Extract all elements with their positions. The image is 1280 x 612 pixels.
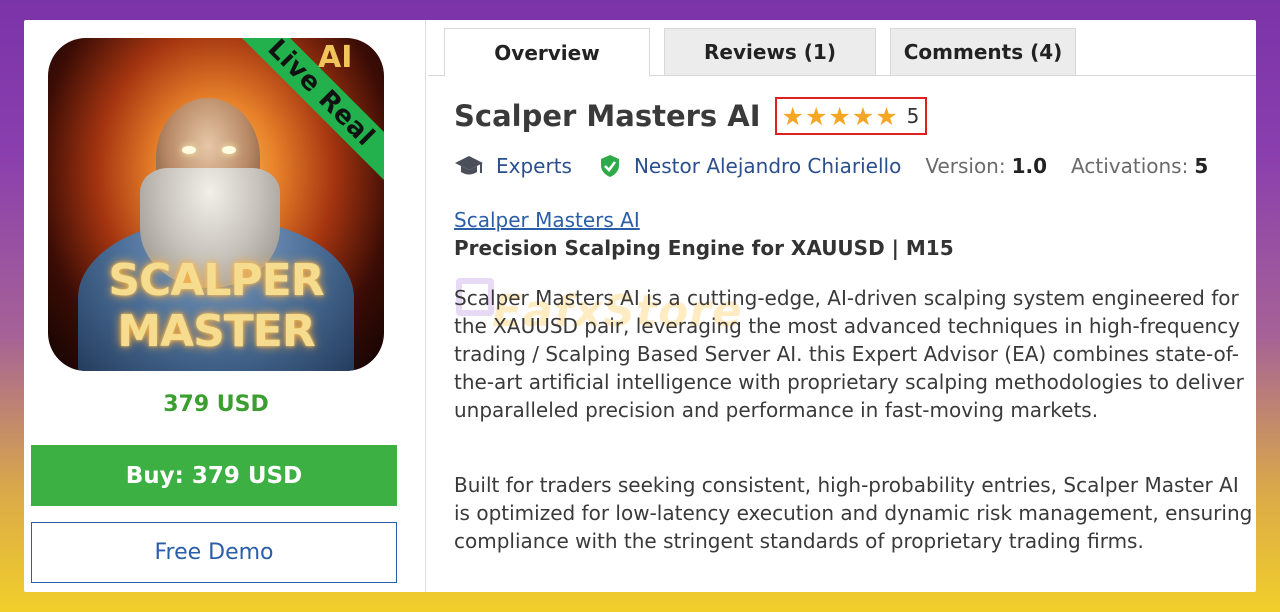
sage-eye-left bbox=[182, 146, 196, 154]
ribbon-wrap: Live Real bbox=[214, 38, 384, 208]
description-paragraph: Scalper Masters AI is a cutting-edge, AI… bbox=[454, 286, 1244, 422]
star-icon: ★ bbox=[828, 101, 851, 131]
activations-label: Activations: bbox=[1071, 154, 1189, 178]
tab-reviews[interactable]: Reviews (1) bbox=[664, 28, 876, 76]
product-image: AI Live Real SCALPER MASTER bbox=[48, 38, 384, 371]
buy-button[interactable]: Buy: 379 USD bbox=[31, 445, 397, 506]
category-link[interactable]: Experts bbox=[496, 154, 572, 178]
version-value: 1.0 bbox=[1011, 154, 1048, 178]
verified-shield-icon bbox=[600, 155, 619, 177]
product-title: Scalper Masters AI bbox=[454, 99, 761, 133]
tab-comments[interactable]: Comments (4) bbox=[890, 28, 1076, 76]
star-icon: ★ bbox=[875, 101, 898, 131]
tab-overview[interactable]: Overview bbox=[444, 28, 650, 77]
product-page: AI Live Real SCALPER MASTER 379 USD Buy:… bbox=[24, 20, 1256, 592]
details-panel: Overview Reviews (1) Comments (4) Scalpe… bbox=[428, 20, 1256, 592]
graduation-cap-icon bbox=[455, 156, 483, 175]
image-caption: SCALPER MASTER bbox=[108, 255, 324, 357]
activations-value: 5 bbox=[1194, 154, 1209, 178]
star-icon: ★ bbox=[781, 101, 804, 131]
tab-bar: Overview Reviews (1) Comments (4) bbox=[428, 28, 1256, 77]
star-icon: ★ bbox=[804, 101, 828, 131]
price-label: 379 USD bbox=[163, 392, 269, 417]
star-icon: ★ bbox=[851, 101, 875, 131]
rating-value: 5 bbox=[906, 104, 920, 128]
version-label: Version: bbox=[925, 154, 1006, 178]
author-link[interactable]: Nestor Alejandro Chiariello bbox=[634, 154, 901, 178]
title-row: Scalper Masters AI ★ ★ ★ ★ ★ 5 bbox=[454, 96, 928, 136]
purchase-panel: AI Live Real SCALPER MASTER 379 USD Buy:… bbox=[24, 20, 426, 592]
description-link[interactable]: Scalper Masters AI bbox=[454, 208, 640, 232]
rating-box[interactable]: ★ ★ ★ ★ ★ 5 bbox=[774, 97, 928, 135]
meta-row: Experts Nestor Alejandro Chiariello Vers… bbox=[454, 151, 1208, 181]
description-heading: Precision Scalping Engine for XAUUSD | M… bbox=[454, 236, 954, 260]
live-real-ribbon: Live Real bbox=[220, 38, 384, 194]
description-paragraph: Built for traders seeking consistent, hi… bbox=[454, 473, 1253, 553]
free-demo-button[interactable]: Free Demo bbox=[31, 522, 397, 583]
